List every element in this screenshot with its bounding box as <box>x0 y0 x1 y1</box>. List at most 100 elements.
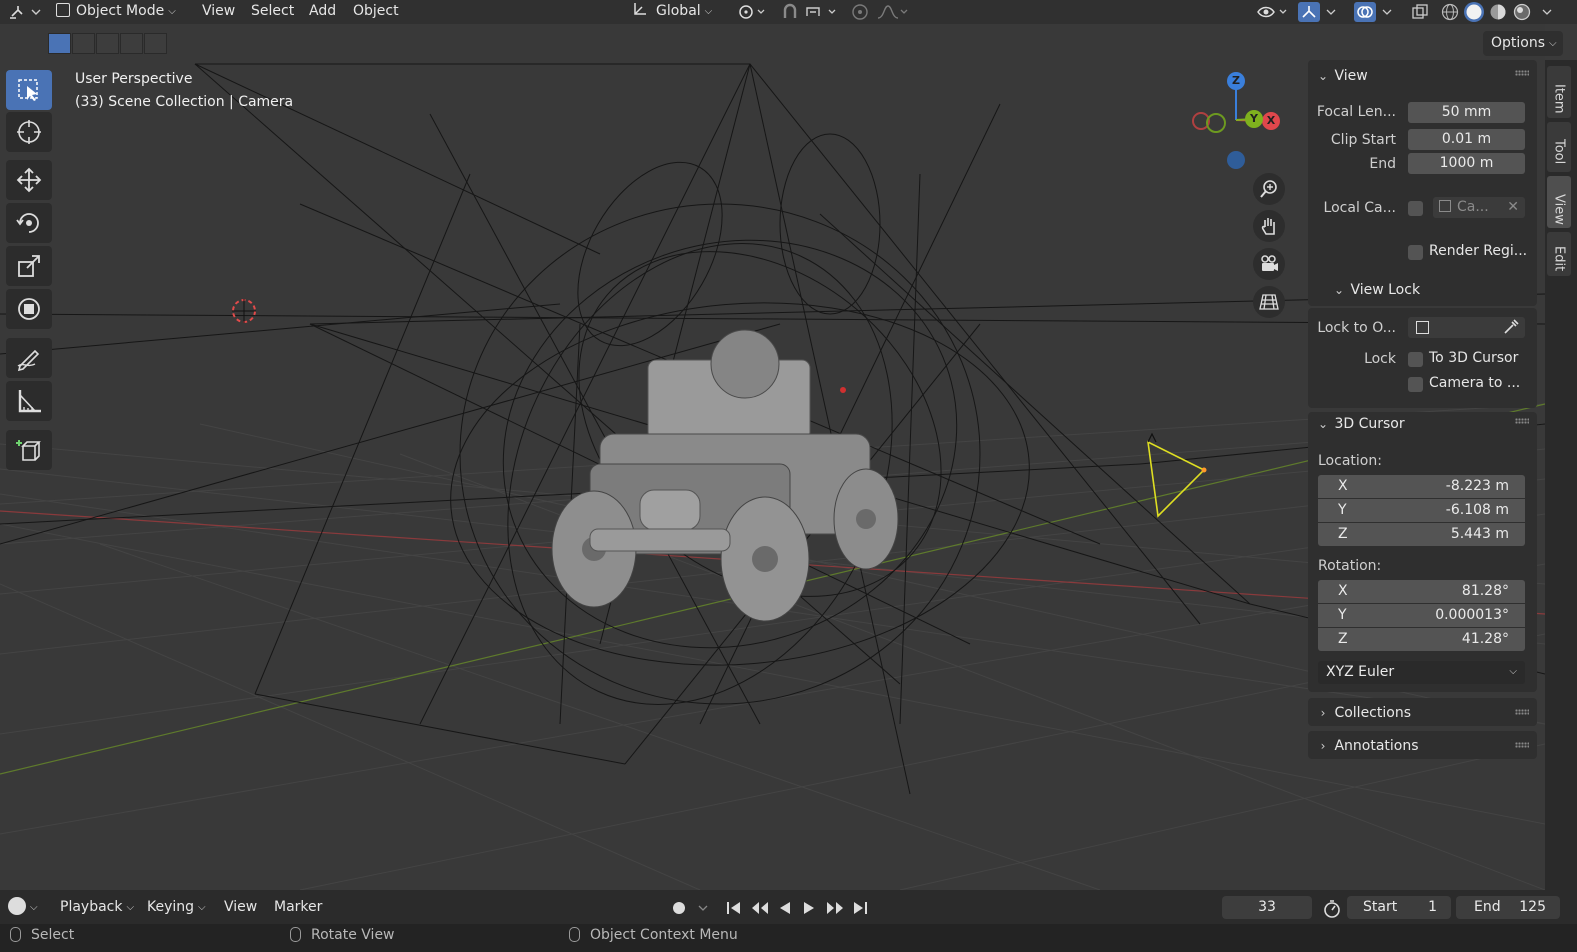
select-subtract-button[interactable] <box>96 33 119 54</box>
lock-to-cursor-checkbox[interactable] <box>1408 352 1423 367</box>
material-shading-icon[interactable] <box>1488 2 1508 22</box>
select-intersect-button[interactable] <box>144 33 167 54</box>
prev-keyframe-icon[interactable] <box>750 899 768 917</box>
rotation-x-field[interactable]: X 81.28° <box>1318 580 1525 603</box>
local-camera-label: Local Ca... <box>1323 200 1396 216</box>
camera-view-button[interactable] <box>1253 248 1285 280</box>
pivot-point-icon[interactable] <box>736 2 765 22</box>
location-y-field[interactable]: Y -6.108 m <box>1318 499 1525 522</box>
annotations-header[interactable]: › Annotations <box>1316 732 1419 760</box>
annotations-panel[interactable]: › Annotations <box>1308 731 1537 759</box>
play-reverse-icon[interactable] <box>776 899 794 917</box>
axis-label: Z <box>1338 631 1348 647</box>
playback-menu[interactable]: Playback ⌵ <box>60 890 134 924</box>
rotation-y-field[interactable]: Y 0.000013° <box>1318 604 1525 627</box>
visibility-icon[interactable] <box>1256 2 1287 22</box>
gizmo-neg-z-ball[interactable] <box>1227 151 1245 169</box>
start-frame-field[interactable]: Start 1 <box>1347 896 1451 919</box>
focal-length-field[interactable]: 50 mm <box>1408 102 1525 123</box>
rotation-mode-dropdown[interactable]: XYZ Euler ⌵ <box>1318 661 1525 684</box>
cursor-tool[interactable] <box>6 112 52 152</box>
scale-tool[interactable] <box>6 246 52 286</box>
tab-edit[interactable]: Edit <box>1547 232 1571 276</box>
rotate-tool[interactable] <box>6 203 52 243</box>
drag-handle-icon[interactable] <box>1515 418 1529 424</box>
gizmo-neg-y-ball[interactable] <box>1206 113 1226 133</box>
collections-header[interactable]: › Collections <box>1316 699 1411 727</box>
camera-to-view-checkbox[interactable] <box>1408 377 1423 392</box>
view-panel-header[interactable]: ⌄ View <box>1316 62 1368 90</box>
gizmo-dropdown-icon[interactable] <box>1324 2 1344 22</box>
play-icon[interactable] <box>800 899 818 917</box>
gizmo-y-ball[interactable]: Y <box>1245 110 1263 128</box>
render-region-checkbox[interactable] <box>1408 245 1423 260</box>
menu-add[interactable]: Add <box>305 0 340 24</box>
overlays-dropdown-icon[interactable] <box>1380 2 1400 22</box>
eyedropper-icon[interactable] <box>1503 319 1519 338</box>
menu-object[interactable]: Object <box>349 0 403 24</box>
tab-tool[interactable]: Tool <box>1547 122 1571 172</box>
transform-orientation-selector[interactable]: Global ⌵ <box>632 0 712 24</box>
end-frame-field[interactable]: End 125 <box>1456 896 1560 919</box>
gizmo-z-ball[interactable]: Z <box>1227 72 1245 90</box>
clear-icon[interactable]: ✕ <box>1507 197 1519 218</box>
local-camera-checkbox[interactable] <box>1408 201 1423 216</box>
falloff-icon[interactable] <box>876 2 908 22</box>
tab-item[interactable]: Item <box>1547 66 1571 118</box>
wireframe-shading-icon[interactable] <box>1440 2 1460 22</box>
select-new-button[interactable] <box>48 33 71 54</box>
collections-panel[interactable]: › Collections <box>1308 698 1537 726</box>
xray-toggle-icon[interactable] <box>1410 2 1430 22</box>
drag-handle-icon[interactable] <box>1515 709 1529 715</box>
overlays-toggle-icon[interactable] <box>1354 2 1376 22</box>
select-box-tool[interactable] <box>6 70 52 110</box>
move-tool[interactable] <box>6 160 52 200</box>
proportional-editing-icon[interactable] <box>850 2 870 22</box>
timeline-editor-type[interactable]: ⌵ <box>8 890 38 924</box>
clip-end-field[interactable]: 1000 m <box>1408 153 1525 174</box>
clip-start-field[interactable]: 0.01 m <box>1408 129 1525 150</box>
options-dropdown[interactable]: Options ⌵ <box>1483 31 1563 56</box>
annotate-tool[interactable] <box>6 338 52 378</box>
snap-target-icon[interactable] <box>804 2 836 22</box>
rotation-z-field[interactable]: Z 41.28° <box>1318 628 1525 651</box>
view-lock-header[interactable]: ⌄ View Lock <box>1332 276 1420 304</box>
select-invert-button[interactable] <box>120 33 143 54</box>
location-z-field[interactable]: Z 5.443 m <box>1318 523 1525 546</box>
pan-view-button[interactable] <box>1253 210 1285 242</box>
rendered-shading-icon[interactable] <box>1512 2 1532 22</box>
drag-handle-icon[interactable] <box>1515 742 1529 748</box>
transform-tool[interactable] <box>6 289 52 329</box>
axis-label: X <box>1338 478 1348 494</box>
measure-tool[interactable] <box>6 381 52 421</box>
mode-selector[interactable]: Object Mode ⌵ <box>56 0 176 24</box>
jump-end-icon[interactable] <box>851 899 869 917</box>
ortho-toggle-button[interactable] <box>1253 286 1285 318</box>
marker-menu[interactable]: Marker <box>274 890 322 924</box>
solid-shading-icon[interactable] <box>1464 2 1484 22</box>
snap-icon[interactable] <box>780 2 800 22</box>
current-frame-field[interactable]: 33 <box>1222 896 1312 919</box>
gizmo-toggle-icon[interactable] <box>1298 2 1320 22</box>
keying-menu[interactable]: Keying ⌵ <box>147 890 206 924</box>
lock-to-object-field[interactable] <box>1408 317 1525 338</box>
location-x-field[interactable]: X -8.223 m <box>1318 475 1525 498</box>
stopwatch-icon[interactable] <box>1322 899 1340 918</box>
next-keyframe-icon[interactable] <box>825 899 843 917</box>
jump-start-icon[interactable] <box>725 899 743 917</box>
shading-dropdown-icon[interactable] <box>1540 2 1560 22</box>
gizmo-x-ball[interactable]: X <box>1262 112 1280 130</box>
select-extend-button[interactable] <box>72 33 95 54</box>
menu-view[interactable]: View <box>198 0 239 24</box>
tab-view[interactable]: View <box>1547 176 1571 228</box>
timeline-view-menu[interactable]: View <box>224 890 257 924</box>
drag-handle-icon[interactable] <box>1515 70 1529 76</box>
3d-cursor-header[interactable]: ⌄ 3D Cursor <box>1316 410 1405 438</box>
local-camera-object-field[interactable]: Ca... ✕ <box>1433 197 1525 218</box>
keying-dropdown-icon[interactable] <box>696 899 714 917</box>
editor-type-icon[interactable] <box>8 2 41 22</box>
record-icon[interactable] <box>670 899 688 917</box>
add-cube-tool[interactable] <box>6 430 52 470</box>
zoom-view-button[interactable] <box>1253 173 1285 205</box>
menu-select[interactable]: Select <box>247 0 298 24</box>
